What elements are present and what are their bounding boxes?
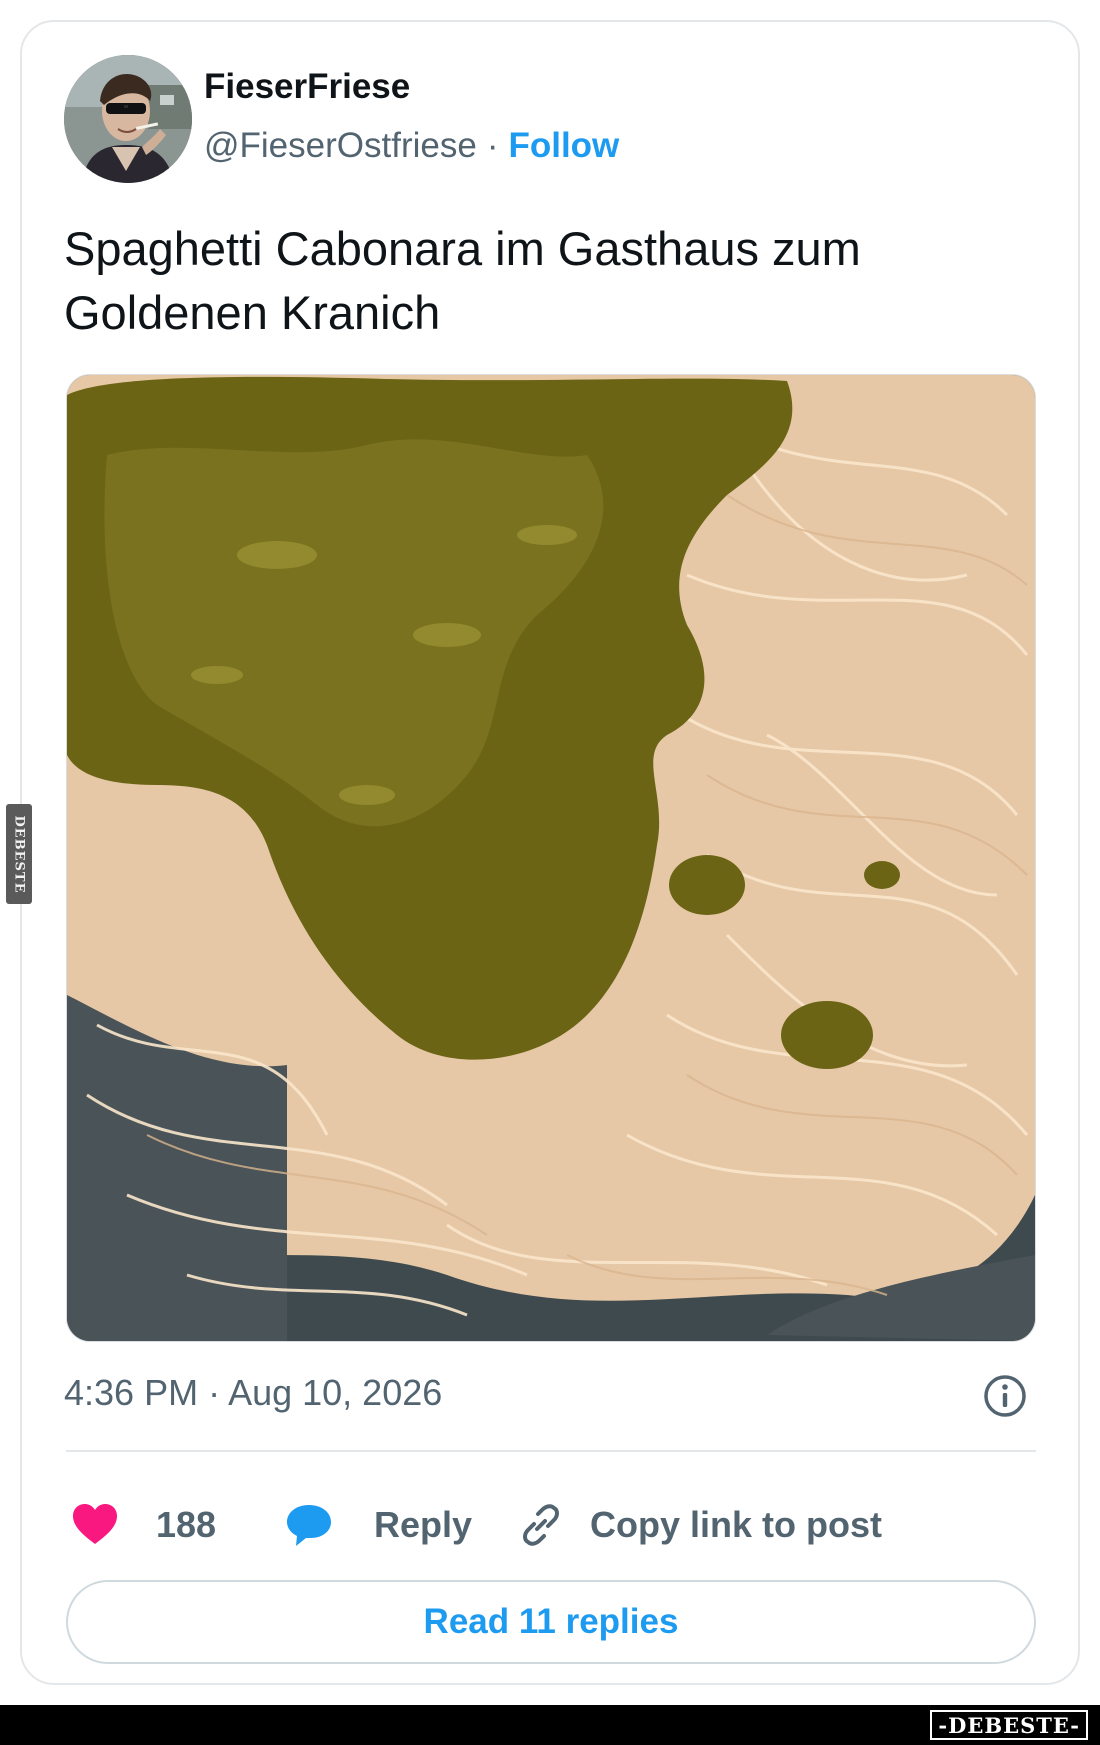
author-handle[interactable]: @FieserOstfriese	[204, 126, 477, 165]
speech-bubble-icon	[287, 1505, 331, 1546]
reply-label: Reply	[374, 1504, 473, 1545]
info-icon[interactable]	[982, 1373, 1028, 1419]
author-avatar[interactable]	[64, 55, 192, 183]
author-display-name[interactable]: FieserFriese	[204, 67, 410, 107]
copy-link-button[interactable]: Copy link to post	[516, 1497, 882, 1553]
author-handle-row: @FieserOstfriese · Follow	[204, 126, 619, 166]
post-card: FieserFriese @FieserOstfriese · Follow Spa…	[20, 20, 1080, 1685]
post-photo[interactable]	[66, 374, 1036, 1342]
reply-button[interactable]: Reply	[284, 1497, 472, 1553]
spaghetti-photo	[67, 375, 1035, 1341]
user-avatar-photo	[64, 55, 192, 183]
side-watermark-text: DEBESTE	[11, 814, 27, 894]
link-icon	[523, 1504, 559, 1546]
heart-icon	[73, 1504, 117, 1544]
read-replies-button[interactable]: Read 11 replies	[66, 1580, 1036, 1664]
bottom-watermark-bar: -DEBESTE-	[0, 1705, 1100, 1745]
like-count: 188	[156, 1504, 217, 1545]
post-timestamp[interactable]: 4:36 PM · Aug 10, 2026	[64, 1372, 442, 1414]
post-text: Spaghetti Cabonara im Gasthaus zum Golde…	[64, 222, 861, 339]
debeste-logo: -DEBESTE-	[930, 1710, 1088, 1740]
follow-button[interactable]: Follow	[508, 126, 619, 165]
side-watermark: DEBESTE	[6, 804, 32, 904]
divider	[66, 1450, 1036, 1452]
copy-link-label: Copy link to post	[590, 1504, 882, 1545]
handle-separator: ·	[486, 126, 499, 165]
like-button[interactable]: 188	[70, 1497, 216, 1553]
page: FieserFriese @FieserOstfriese · Follow Spa…	[0, 0, 1100, 1745]
